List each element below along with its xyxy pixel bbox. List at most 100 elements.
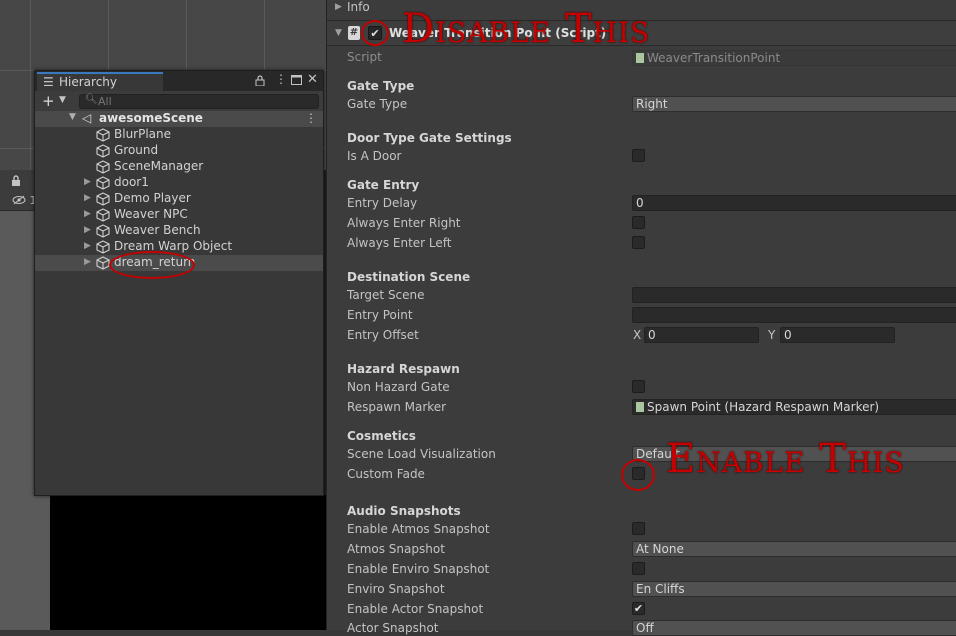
always-enter-right-label: Always Enter Right <box>347 216 461 230</box>
audio-header: Audio Snapshots <box>347 504 461 518</box>
enable-enviro-checkbox[interactable] <box>632 562 645 575</box>
respawn-marker-field[interactable]: Spawn Point (Hazard Respawn Marker) <box>632 399 956 415</box>
gameobject-cube-icon <box>96 192 110 206</box>
hierarchy-window: ☰ Hierarchy ⋮ ✕ + ▼ 🔍︎ ▼ ◁ awesomeScene … <box>34 70 324 496</box>
hierarchy-item-name: Dream Warp Object <box>114 239 233 253</box>
entry-point-label: Entry Point <box>347 308 413 322</box>
scene-name: awesomeScene <box>99 111 203 125</box>
visibility-toggle[interactable]: 1 <box>12 194 37 207</box>
hierarchy-item[interactable]: ▶ Dream Warp Object <box>35 239 323 255</box>
always-enter-right-checkbox[interactable] <box>632 216 645 229</box>
enviro-snapshot-dropdown[interactable]: En Cliffs <box>632 581 956 597</box>
always-enter-left-label: Always Enter Left <box>347 236 452 250</box>
lock-icon[interactable] <box>11 175 21 189</box>
hierarchy-item-name: Weaver Bench <box>114 223 201 237</box>
hierarchy-title-bar: ☰ Hierarchy ⋮ ✕ <box>35 71 323 91</box>
tab-label: Hierarchy <box>59 75 118 89</box>
gameobject-cube-icon <box>96 176 110 190</box>
entry-offset-x-label: X <box>633 328 642 342</box>
hierarchy-item[interactable]: SceneManager <box>35 159 323 175</box>
hierarchy-item[interactable]: ▶ Weaver Bench <box>35 223 323 239</box>
list-icon: ☰ <box>43 75 54 89</box>
gameobject-cube-icon <box>96 256 110 270</box>
gameobject-cube-icon <box>96 160 110 174</box>
expand-arrow-icon[interactable]: ▶ <box>84 209 91 219</box>
search-icon: 🔍︎ <box>85 94 98 105</box>
expand-arrow-icon[interactable]: ▶ <box>84 177 91 187</box>
enviro-snapshot-label: Enviro Snapshot <box>347 582 445 596</box>
hierarchy-item-name: Demo Player <box>114 191 191 205</box>
entry-offset-x-input[interactable]: 0 <box>644 327 759 343</box>
destination-header: Destination Scene <box>347 270 471 284</box>
gate-type-header: Gate Type <box>347 79 415 93</box>
hierarchy-item[interactable]: ▶ door1 <box>35 175 323 191</box>
cosmetics-header: Cosmetics <box>347 429 416 443</box>
expand-arrow-icon[interactable]: ▶ <box>335 2 342 12</box>
more-options-icon[interactable]: ⋮ <box>305 111 317 125</box>
hierarchy-item-name: Ground <box>114 143 159 157</box>
hazard-header: Hazard Respawn <box>347 362 460 376</box>
chevron-down-icon[interactable]: ▼ <box>59 95 66 105</box>
annotation-circle-custom-fade <box>621 459 655 491</box>
hierarchy-item[interactable]: ▶ Weaver NPC <box>35 207 323 223</box>
tab-hierarchy[interactable]: ☰ Hierarchy <box>37 72 163 91</box>
non-hazard-gate-label: Non Hazard Gate <box>347 380 450 394</box>
close-icon[interactable]: ✕ <box>307 72 318 87</box>
expand-arrow-icon[interactable]: ▼ <box>69 112 76 122</box>
info-label: Info <box>347 0 370 14</box>
script-value: WeaverTransitionPoint <box>647 51 781 65</box>
is-a-door-label: Is A Door <box>347 149 402 163</box>
add-icon[interactable]: + <box>42 92 55 110</box>
target-scene-label: Target Scene <box>347 288 425 302</box>
gate-type-dropdown[interactable]: Right <box>632 96 956 112</box>
enable-atmos-checkbox[interactable] <box>632 522 645 535</box>
atmos-snapshot-dropdown[interactable]: At None <box>632 541 956 557</box>
entry-point-input[interactable] <box>632 307 956 323</box>
annotation-disable-text: Disable This <box>402 6 651 52</box>
respawn-marker-value: Spawn Point (Hazard Respawn Marker) <box>647 400 880 414</box>
non-hazard-gate-checkbox[interactable] <box>632 380 645 393</box>
enable-actor-label: Enable Actor Snapshot <box>347 602 484 616</box>
hierarchy-item-name: BlurPlane <box>114 127 172 141</box>
gameobject-cube-icon <box>96 240 110 254</box>
scene-load-label: Scene Load Visualization <box>347 447 496 461</box>
enable-actor-checkbox[interactable]: ✔ <box>632 602 645 615</box>
always-enter-left-checkbox[interactable] <box>632 236 645 249</box>
entry-delay-label: Entry Delay <box>347 196 418 210</box>
gate-type-label: Gate Type <box>347 97 408 111</box>
hierarchy-search[interactable]: 🔍︎ <box>79 94 319 109</box>
script-field: WeaverTransitionPoint <box>632 50 956 66</box>
expand-arrow-icon[interactable]: ▶ <box>84 225 91 235</box>
game-viewport <box>50 495 326 630</box>
expand-arrow-icon[interactable]: ▶ <box>84 193 91 203</box>
respawn-marker-label: Respawn Marker <box>347 400 447 414</box>
custom-fade-label: Custom Fade <box>347 467 425 481</box>
enable-enviro-label: Enable Enviro Snapshot <box>347 562 490 576</box>
unity-scene-icon: ◁ <box>82 111 92 125</box>
entry-offset-label: Entry Offset <box>347 328 419 342</box>
entry-offset-y-label: Y <box>768 328 776 342</box>
lock-icon[interactable] <box>255 72 265 89</box>
hierarchy-item[interactable]: ▶ Demo Player <box>35 191 323 207</box>
entry-delay-input[interactable]: 0 <box>632 195 956 211</box>
search-input[interactable] <box>98 95 298 108</box>
more-options-icon[interactable]: ⋮ <box>275 72 287 86</box>
collapse-arrow-icon[interactable]: ▼ <box>335 28 342 38</box>
annotation-enable-text: Enable This <box>666 436 905 482</box>
expand-arrow-icon[interactable]: ▶ <box>84 257 91 267</box>
gate-entry-header: Gate Entry <box>347 178 420 192</box>
scene-root-row[interactable]: ▼ ◁ awesomeScene ⋮ <box>35 111 323 127</box>
hidden-eye-icon <box>12 194 30 207</box>
hierarchy-item-name: SceneManager <box>114 159 204 173</box>
hierarchy-item[interactable]: Ground <box>35 143 323 159</box>
is-a-door-checkbox[interactable] <box>632 149 645 162</box>
entry-offset-y-input[interactable]: 0 <box>780 327 895 343</box>
script-file-icon <box>636 53 644 63</box>
actor-snapshot-dropdown[interactable]: Off <box>632 620 956 636</box>
expand-arrow-icon[interactable]: ▶ <box>84 241 91 251</box>
maximize-icon[interactable] <box>291 72 302 88</box>
hierarchy-item[interactable]: BlurPlane <box>35 127 323 143</box>
hierarchy-item-name: Weaver NPC <box>114 207 188 221</box>
target-scene-input[interactable] <box>632 287 956 303</box>
gameobject-cube-icon <box>96 144 110 158</box>
